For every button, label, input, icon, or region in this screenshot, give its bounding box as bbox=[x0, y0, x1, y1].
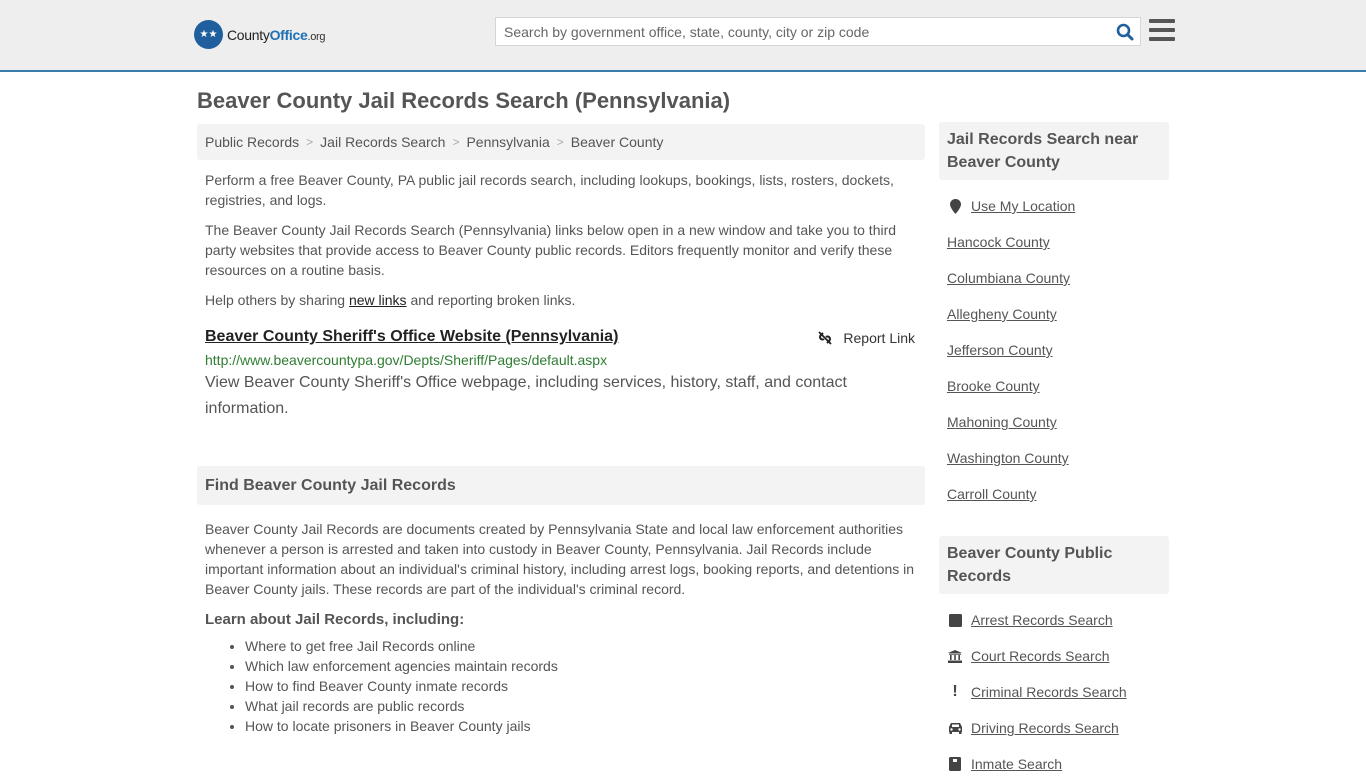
county-link-allegheny[interactable]: Allegheny County bbox=[947, 306, 1057, 322]
public-record-item: Driving Records Search bbox=[947, 710, 1169, 746]
find-records-body: Beaver County Jail Records are documents… bbox=[205, 521, 915, 597]
search-icon bbox=[1116, 23, 1134, 40]
use-my-location-link[interactable]: Use My Location bbox=[971, 198, 1075, 214]
driving-records-link[interactable]: Driving Records Search bbox=[971, 720, 1119, 736]
logo-brand-county: County bbox=[227, 26, 270, 43]
sidebar-public-records: Beaver County Public Records Arrest Reco… bbox=[939, 536, 1169, 782]
result-url: http://www.beavercountypa.gov/Depts/Sher… bbox=[205, 352, 608, 368]
page-title: Beaver County Jail Records Search (Penns… bbox=[197, 88, 731, 113]
county-item: Columbiana County bbox=[947, 260, 1169, 296]
site-header: ★★ CountyOffice.org bbox=[0, 0, 1366, 72]
id-badge-icon bbox=[947, 757, 963, 771]
court-records-link[interactable]: Court Records Search bbox=[971, 648, 1110, 664]
map-marker-icon bbox=[947, 198, 963, 214]
sidebar-nearby: Jail Records Search near Beaver County U… bbox=[939, 122, 1169, 512]
breadcrumb-separator: > bbox=[306, 135, 314, 149]
share-text: Help others by sharing bbox=[205, 292, 349, 308]
courthouse-icon bbox=[947, 649, 963, 663]
menu-bar bbox=[1149, 37, 1175, 41]
search-button[interactable] bbox=[1110, 18, 1140, 45]
breadcrumb-jail-records-search[interactable]: Jail Records Search bbox=[320, 134, 445, 150]
breadcrumb-public-records[interactable]: Public Records bbox=[205, 134, 299, 150]
search-input[interactable] bbox=[496, 18, 1110, 45]
public-record-item: Inmate Search bbox=[947, 746, 1169, 782]
site-logo[interactable]: ★★ CountyOffice.org bbox=[194, 20, 326, 49]
breadcrumb-separator: > bbox=[452, 135, 460, 149]
learn-about-heading: Learn about Jail Records, including: bbox=[205, 611, 465, 628]
county-item: Mahoning County bbox=[947, 404, 1169, 440]
breadcrumb: Public Records > Jail Records Search > P… bbox=[197, 124, 925, 160]
eagle-logo-icon: ★★ bbox=[194, 20, 223, 49]
car-icon bbox=[947, 722, 963, 734]
share-text: and reporting broken links. bbox=[406, 292, 576, 308]
county-item: Brooke County bbox=[947, 368, 1169, 404]
book-icon bbox=[947, 613, 963, 627]
share-paragraph: Help others by sharing new links and rep… bbox=[197, 290, 925, 310]
nearby-heading: Jail Records Search near Beaver County bbox=[939, 122, 1169, 180]
arrest-records-link[interactable]: Arrest Records Search bbox=[971, 612, 1113, 628]
county-link-jefferson[interactable]: Jefferson County bbox=[947, 342, 1053, 358]
logo-text: CountyOffice.org bbox=[227, 26, 326, 43]
county-link-mahoning[interactable]: Mahoning County bbox=[947, 414, 1057, 430]
county-link-carroll[interactable]: Carroll County bbox=[947, 486, 1036, 502]
public-record-item: Arrest Records Search bbox=[947, 602, 1169, 638]
report-link-label: Report Link bbox=[843, 330, 915, 346]
county-item: Allegheny County bbox=[947, 296, 1169, 332]
list-item: How to find Beaver County inmate records bbox=[245, 676, 925, 696]
menu-bar bbox=[1149, 19, 1175, 23]
criminal-records-link[interactable]: Criminal Records Search bbox=[971, 684, 1127, 700]
report-link-button[interactable]: Report Link bbox=[817, 330, 915, 346]
logo-brand-office: Office bbox=[269, 26, 308, 43]
search-bar bbox=[495, 17, 1141, 46]
inmate-search-link[interactable]: Inmate Search bbox=[971, 756, 1062, 772]
result-title-link[interactable]: Beaver County Sheriff's Office Website (… bbox=[205, 328, 618, 346]
breadcrumb-separator: > bbox=[556, 135, 564, 149]
list-item: Where to get free Jail Records online bbox=[245, 636, 925, 656]
logo-brand-suffix: .org bbox=[307, 30, 326, 43]
list-item: What jail records are public records bbox=[245, 696, 925, 716]
county-item: Hancock County bbox=[947, 224, 1169, 260]
broken-link-icon bbox=[818, 331, 833, 345]
county-item: Carroll County bbox=[947, 476, 1169, 512]
list-item: Which law enforcement agencies maintain … bbox=[245, 656, 925, 676]
public-record-item: Court Records Search bbox=[947, 638, 1169, 674]
county-link-hancock[interactable]: Hancock County bbox=[947, 234, 1050, 250]
hamburger-menu-icon[interactable] bbox=[1149, 19, 1175, 41]
use-location-item: Use My Location bbox=[947, 188, 1169, 224]
public-record-item: ! Criminal Records Search bbox=[947, 674, 1169, 710]
public-records-list: Arrest Records Search Court Records Sear… bbox=[939, 602, 1169, 782]
breadcrumb-pennsylvania[interactable]: Pennsylvania bbox=[466, 134, 549, 150]
menu-bar bbox=[1149, 28, 1175, 32]
county-item: Jefferson County bbox=[947, 332, 1169, 368]
county-link-columbiana[interactable]: Columbiana County bbox=[947, 270, 1070, 286]
result-item: Beaver County Sheriff's Office Website (… bbox=[197, 328, 925, 422]
learn-about-list: Where to get free Jail Records online Wh… bbox=[197, 636, 925, 736]
county-link-brooke[interactable]: Brooke County bbox=[947, 378, 1040, 394]
find-records-heading: Find Beaver County Jail Records bbox=[197, 466, 925, 505]
nearby-list: Use My Location Hancock County Columbian… bbox=[939, 188, 1169, 512]
result-description: View Beaver County Sheriff's Office webp… bbox=[205, 374, 847, 417]
disclaimer-paragraph: The Beaver County Jail Records Search (P… bbox=[205, 222, 897, 278]
main-content: Public Records > Jail Records Search > P… bbox=[197, 124, 925, 736]
county-item: Washington County bbox=[947, 440, 1169, 476]
exclamation-icon: ! bbox=[952, 683, 958, 700]
county-link-washington[interactable]: Washington County bbox=[947, 450, 1069, 466]
public-records-heading: Beaver County Public Records bbox=[939, 536, 1169, 594]
list-item: How to locate prisoners in Beaver County… bbox=[245, 716, 925, 736]
new-links-link[interactable]: new links bbox=[349, 292, 407, 308]
intro-paragraph: Perform a free Beaver County, PA public … bbox=[205, 172, 894, 208]
breadcrumb-beaver-county[interactable]: Beaver County bbox=[571, 134, 664, 150]
